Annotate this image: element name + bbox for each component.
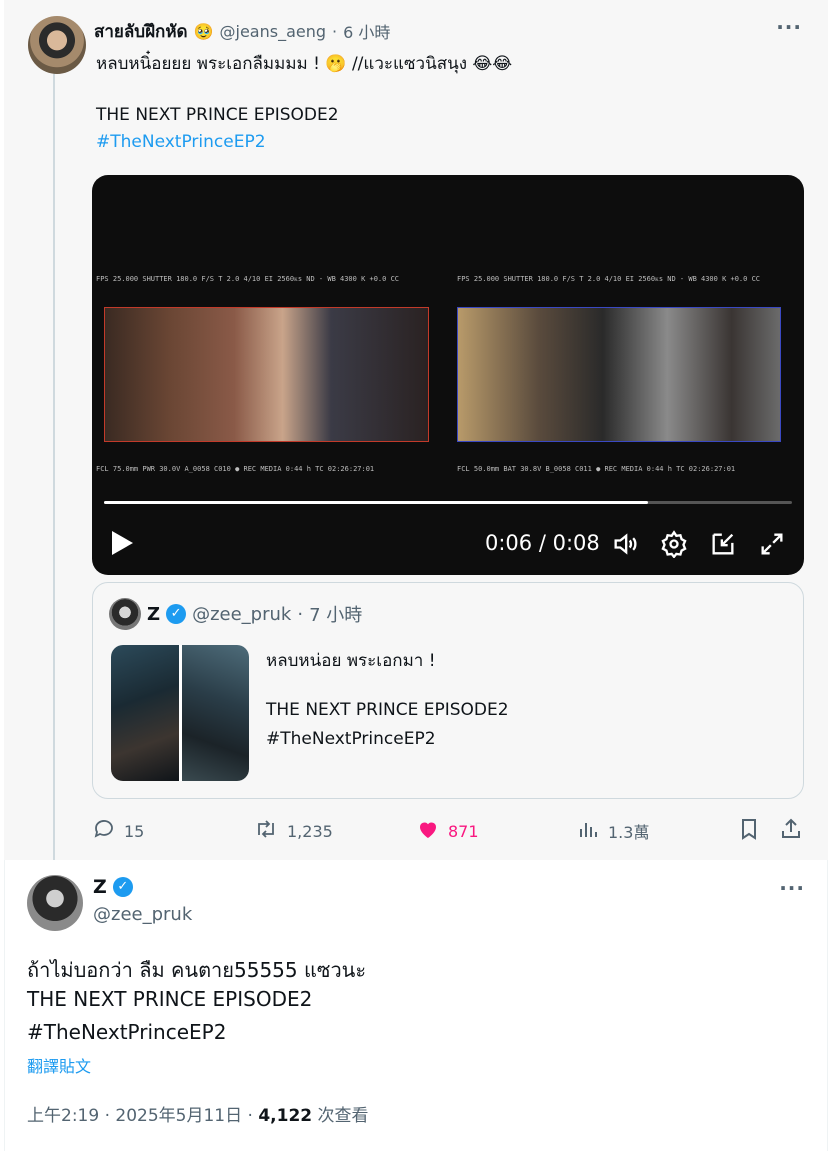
fullscreen-icon[interactable] bbox=[758, 530, 786, 558]
main-more-options-icon[interactable]: ··· bbox=[779, 876, 805, 900]
video-progress-fill bbox=[104, 501, 648, 504]
reply-icon bbox=[92, 817, 116, 845]
bookmark-icon bbox=[738, 817, 760, 845]
post-views-label: 次查看 bbox=[317, 1106, 369, 1126]
camera-b-view: FPS 25.000 SHUTTER 180.0 F/S T 2.0 4/10 … bbox=[457, 275, 797, 481]
parent-tweet-text-line2: THE NEXT PRINCE EPISODE2 bbox=[96, 105, 339, 125]
quoted-avatar[interactable] bbox=[109, 598, 141, 630]
camera-b-hud-top: FPS 25.000 SHUTTER 180.0 F/S T 2.0 4/10 … bbox=[457, 275, 760, 283]
quoted-text-line1: หลบหน่อย พระเอกมา ! bbox=[266, 651, 436, 671]
tweet-meta: 上午2:19 · 2025年5月11日 · 4,122 次查看 bbox=[27, 1101, 369, 1126]
meta-separator: · bbox=[247, 1106, 259, 1126]
parent-timestamp[interactable]: 6 小時 bbox=[343, 19, 390, 43]
main-tweet[interactable]: Z ✓ @zee_pruk ··· ถ้าไม่บอกว่า ลืม คนตาย… bbox=[4, 860, 828, 1151]
share-button[interactable] bbox=[780, 814, 802, 848]
camera-b-hud-bottom: FCL 50.0mm BAT 30.8V B_0058 C011 ● REC M… bbox=[457, 465, 736, 473]
quoted-text-line2: THE NEXT PRINCE EPISODE2 bbox=[266, 700, 509, 720]
parent-hashtag-link[interactable]: #TheNextPrinceEP2 bbox=[96, 132, 266, 152]
main-handle[interactable]: @zee_pruk bbox=[93, 904, 192, 925]
translate-post-link[interactable]: 翻譯貼文 bbox=[27, 1053, 91, 1077]
verified-badge-icon: ✓ bbox=[112, 877, 133, 897]
parent-more-options-icon[interactable]: ··· bbox=[776, 15, 802, 39]
meta-separator: · bbox=[104, 1106, 116, 1126]
bookmark-button[interactable] bbox=[738, 814, 760, 848]
volume-icon[interactable] bbox=[611, 530, 639, 558]
retweet-count: 1,235 bbox=[287, 821, 333, 841]
video-player[interactable]: FPS 25.000 SHUTTER 180.0 F/S T 2.0 4/10 … bbox=[92, 175, 804, 575]
reply-count: 15 bbox=[124, 821, 145, 841]
reply-button[interactable]: 15 bbox=[92, 814, 144, 848]
parent-tweet[interactable]: สายลับฝึกหัด 🥹 @jeans_aeng · 6 小時 ··· หล… bbox=[4, 0, 828, 870]
main-tweet-text-line2: THE NEXT PRINCE EPISODE2 bbox=[27, 987, 313, 1011]
quoted-handle[interactable]: @zee_pruk bbox=[192, 604, 291, 625]
quoted-timestamp[interactable]: 7 小時 bbox=[309, 601, 362, 627]
parent-handle[interactable]: @jeans_aeng bbox=[220, 22, 327, 41]
views-button[interactable]: 1.3萬 bbox=[578, 814, 649, 848]
main-name-row: Z ✓ bbox=[93, 876, 133, 898]
verified-badge-icon: ✓ bbox=[166, 604, 187, 624]
post-date[interactable]: 2025年5月11日 bbox=[115, 1106, 242, 1126]
main-avatar[interactable] bbox=[27, 875, 83, 931]
camera-a-hud-bottom: FCL 75.0mm PWR 30.0V A_0058 C010 ● REC M… bbox=[96, 465, 375, 473]
parent-avatar[interactable] bbox=[28, 16, 86, 74]
quoted-tweet-card[interactable]: Z ✓ @zee_pruk · 7 小時 หลบหน่อย พระเอกมา !… bbox=[92, 582, 804, 799]
main-display-name[interactable]: Z bbox=[93, 876, 107, 898]
camera-a-hud-top: FPS 25.000 SHUTTER 180.0 F/S T 2.0 4/10 … bbox=[96, 275, 399, 283]
time-separator: · bbox=[332, 21, 338, 41]
picture-in-picture-icon[interactable] bbox=[709, 530, 737, 558]
views-count: 1.3萬 bbox=[608, 823, 650, 842]
quoted-time-separator: · bbox=[297, 603, 304, 625]
thread-connector-line bbox=[53, 74, 55, 870]
quoted-thumbnail[interactable] bbox=[181, 645, 249, 781]
retweet-icon bbox=[253, 817, 279, 845]
parent-tweet-text-line1: หลบหนิ๋อยยย พระเอกลืมมมม ! 🫢 //แวะแซวนิส… bbox=[96, 54, 513, 74]
tweet-action-bar: 15 1,235 871 1.3萬 bbox=[92, 814, 804, 848]
heart-icon bbox=[416, 817, 440, 845]
retweet-button[interactable]: 1,235 bbox=[253, 814, 333, 848]
camera-b-frame bbox=[457, 307, 781, 442]
share-icon bbox=[780, 817, 802, 845]
video-progress-bar[interactable] bbox=[104, 501, 792, 504]
settings-gear-icon[interactable] bbox=[660, 530, 688, 559]
quoted-tweet-header: Z ✓ @zee_pruk · 7 小時 bbox=[109, 598, 362, 630]
like-button[interactable]: 871 bbox=[416, 814, 479, 848]
quoted-display-name[interactable]: Z bbox=[147, 604, 160, 625]
video-time-display: 0:06 / 0:08 bbox=[485, 531, 600, 555]
like-count: 871 bbox=[448, 821, 479, 841]
play-icon[interactable] bbox=[112, 531, 133, 555]
quoted-media-thumbnails[interactable] bbox=[111, 645, 249, 781]
post-time[interactable]: 上午2:19 bbox=[27, 1106, 99, 1126]
main-tweet-text-line1: ถ้าไม่บอกว่า ลืม คนตาย55555 แซวนะ bbox=[27, 958, 367, 982]
post-views-count: 4,122 bbox=[258, 1106, 313, 1126]
views-chart-icon bbox=[578, 817, 600, 845]
quoted-hashtag: #TheNextPrinceEP2 bbox=[266, 729, 436, 749]
name-emoji: 🥹 bbox=[193, 21, 214, 41]
camera-a-view: FPS 25.000 SHUTTER 180.0 F/S T 2.0 4/10 … bbox=[96, 275, 442, 481]
parent-tweet-header: สายลับฝึกหัด 🥹 @jeans_aeng · 6 小時 bbox=[94, 18, 390, 44]
parent-display-name[interactable]: สายลับฝึกหัด bbox=[94, 18, 188, 45]
camera-a-frame bbox=[104, 307, 429, 442]
quoted-thumbnail[interactable] bbox=[111, 645, 179, 781]
main-hashtag-link[interactable]: #TheNextPrinceEP2 bbox=[27, 1020, 226, 1044]
